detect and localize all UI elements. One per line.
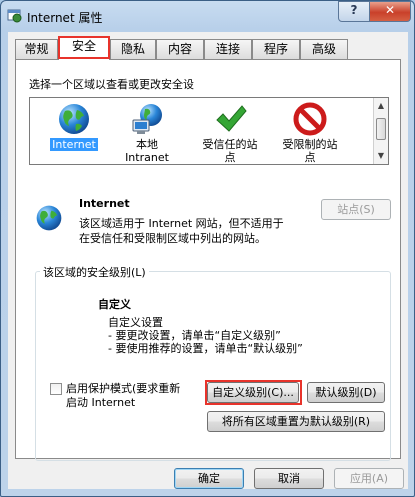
security-level-text: - 要使用推荐的设置，请单击“默认级别” (108, 342, 303, 355)
scroll-down-arrow-icon[interactable]: ▼ (376, 151, 386, 161)
tab-privacy[interactable]: 隐私 (110, 39, 156, 59)
globe-icon (59, 104, 89, 134)
sites-button[interactable]: 站点(S) (321, 199, 391, 220)
zone-list-scrollbar[interactable]: ▲ ▼ (373, 98, 388, 164)
globe-icon (36, 205, 62, 231)
zone-label: 受限制的站 点 (282, 138, 338, 164)
zone-title: Internet (79, 197, 130, 210)
cancel-button[interactable]: 取消 (254, 468, 324, 489)
reset-all-zones-button[interactable]: 将所有区域重置为默认级别(R) (207, 411, 385, 432)
tab-connections[interactable]: 连接 (204, 39, 252, 59)
ok-button[interactable]: 确定 (174, 468, 244, 489)
security-level-group-label: 该区域的安全级别(L) (40, 264, 149, 280)
zone-local-intranet[interactable]: 本地 Intranet (107, 102, 187, 164)
highlight-box (58, 36, 110, 59)
intranet-icon (132, 104, 162, 134)
tab-advanced[interactable]: 高级 (300, 39, 348, 59)
close-button[interactable]: ✕ (369, 1, 411, 22)
protected-mode-label[interactable]: 启动 Internet (66, 394, 135, 410)
zone-prompt: 选择一个区域以查看或更改安全设 (29, 78, 194, 91)
tab-programs[interactable]: 程序 (252, 39, 300, 59)
security-level-name: 自定义 (98, 298, 131, 311)
scroll-up-arrow-icon[interactable]: ▲ (376, 101, 386, 111)
no-entry-icon (293, 102, 327, 136)
scroll-thumb[interactable] (376, 118, 386, 140)
tab-content[interactable]: 内容 (156, 39, 204, 59)
tab-general[interactable]: 常规 (15, 39, 58, 59)
protected-mode-checkbox[interactable] (50, 383, 62, 395)
security-level-group (35, 271, 391, 461)
highlight-box (205, 380, 302, 405)
zone-trusted-sites[interactable]: 受信任的站 点 (190, 102, 270, 164)
zone-restricted-sites[interactable]: 受限制的站 点 (270, 102, 350, 164)
zone-internet[interactable]: Internet (34, 102, 114, 151)
help-button[interactable]: ? (338, 1, 370, 22)
zone-label: 受信任的站 点 (202, 138, 258, 164)
security-panel: 选择一个区域以查看或更改安全设 Internet 本地 Intranet 受信任… (15, 59, 401, 461)
apply-button[interactable]: 应用(A) (334, 468, 404, 489)
zone-description: 该区域适用于 Internet 网站，但不适用于 (79, 217, 284, 230)
dialog-window: Internet 属性 ? ✕ 常规 安全 隐私 内容 连接 程序 高级 选择一… (0, 0, 415, 497)
window-title: Internet 属性 (27, 11, 103, 25)
zone-list[interactable]: Internet 本地 Intranet 受信任的站 点 受限制的站 点 ▲ ▼ (29, 97, 389, 165)
dialog-body: 常规 安全 隐私 内容 连接 程序 高级 选择一个区域以查看或更改安全设 Int (8, 32, 408, 489)
checkmark-icon (216, 105, 247, 132)
zone-description: 在受信任和受限制区域中列出的网站。 (79, 232, 266, 245)
zone-label: Internet (50, 138, 98, 151)
default-level-button[interactable]: 默认级别(D) (307, 382, 385, 403)
internet-options-icon (7, 9, 22, 23)
title-bar[interactable]: Internet 属性 ? ✕ (1, 1, 414, 31)
zone-label: 本地 Intranet (125, 138, 169, 164)
